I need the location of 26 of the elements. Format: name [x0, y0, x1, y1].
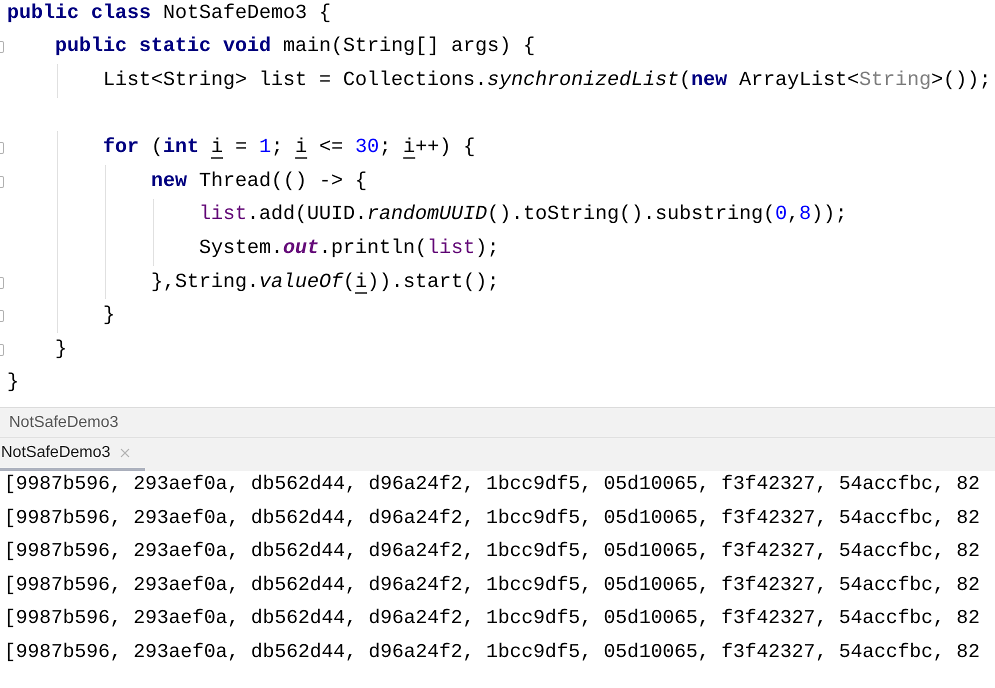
code-line: } [103, 303, 116, 330]
fold-marker-icon[interactable] [0, 142, 4, 154]
console-line: [9987b596, 293aef0a, db562d44, d96a24f2, 1bcc9df5, 05d10065, f3f42327, 54accfbc, 82 [4, 472, 980, 497]
code-line: list.add(UUID.randomUUID().toString().substring(0,8)); [199, 202, 848, 228]
console-line: [9987b596, 293aef0a, db562d44, d96a24f2, 1bcc9df5, 05d10065, f3f42327, 54accfbc, 82 [4, 539, 980, 564]
console-line: [9987b596, 293aef0a, db562d44, d96a24f2, 1bcc9df5, 05d10065, f3f42327, 54accfbc, 82 [4, 640, 980, 665]
code-line: } [7, 370, 20, 396]
close-icon[interactable] [120, 448, 130, 458]
console-line: [9987b596, 293aef0a, db562d44, d96a24f2, 1bcc9df5, 05d10065, f3f42327, 54accfbc, 82 [4, 506, 980, 531]
code-line: public class NotSafeDemo3 { [7, 0, 332, 27]
fold-marker-icon[interactable] [0, 310, 4, 322]
fold-marker-icon[interactable] [0, 41, 4, 54]
console-line: [9987b596, 293aef0a, db562d44, d96a24f2, 1bcc9df5, 05d10065, f3f42327, 54accfbc, 82 [4, 572, 980, 598]
fold-marker-icon[interactable] [0, 276, 4, 289]
fold-marker-icon[interactable] [0, 344, 4, 356]
code-line: } [55, 336, 68, 363]
code-line: for (int i = 1; i <= 30; i++) { [103, 135, 476, 162]
breadcrumb[interactable]: NotSafeDemo3 [9, 410, 118, 434]
code-line: List<String> list = Collections.synchronizedList(new ArrayList<String>()); [103, 68, 992, 94]
console-line: [9987b596, 293aef0a, db562d44, d96a24f2, 1bcc9df5, 05d10065, f3f42327, 54accfbc, 82 [4, 606, 980, 632]
code-line: new Thread(() -> { [151, 168, 368, 195]
code-line: System.out.println(list); [199, 236, 500, 262]
code-line: public static void main(String[] args) { [55, 34, 536, 60]
run-tab[interactable]: NotSafeDemo3 [0, 438, 146, 471]
fold-marker-icon[interactable] [0, 176, 4, 188]
code-line: },String.valueOf(i)).start(); [151, 270, 500, 296]
